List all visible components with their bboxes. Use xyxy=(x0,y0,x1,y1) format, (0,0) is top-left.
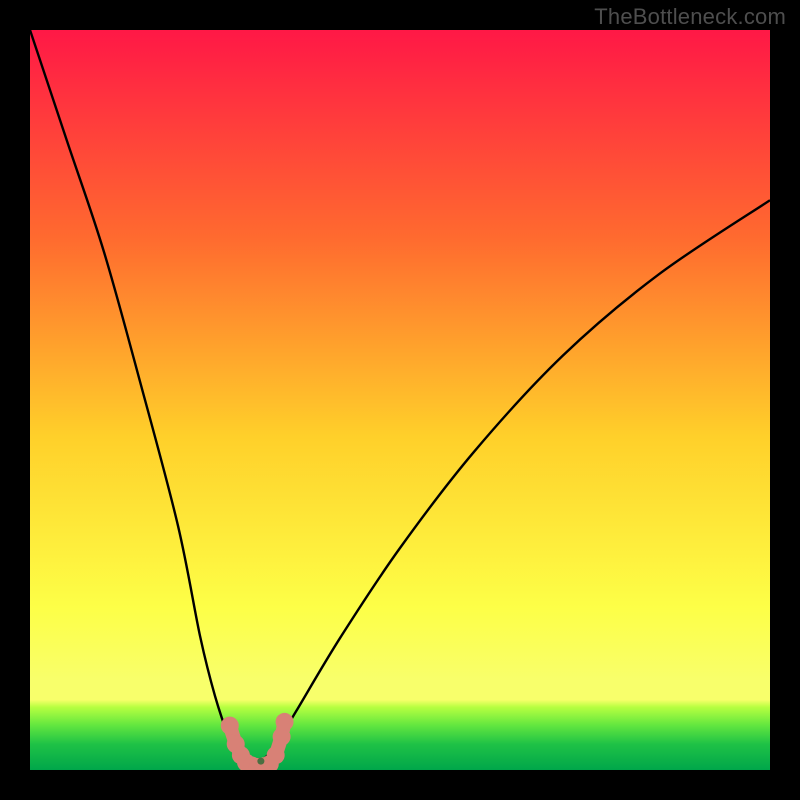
bottleneck-chart xyxy=(30,30,770,770)
gradient-background xyxy=(30,30,770,770)
plot-area xyxy=(30,30,770,770)
marker-right-cluster-top xyxy=(276,713,294,731)
center-dot xyxy=(257,758,264,765)
chart-frame: TheBottleneck.com xyxy=(0,0,800,800)
marker-right-cluster-a xyxy=(267,746,285,764)
marker-left-cluster-top xyxy=(221,717,239,735)
watermark-text: TheBottleneck.com xyxy=(594,4,786,30)
marker-right-cluster-b xyxy=(273,728,291,746)
